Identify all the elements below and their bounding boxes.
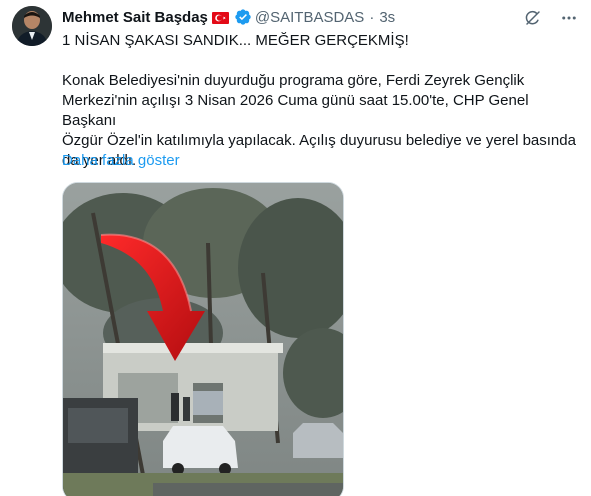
- separator-dot: ·: [369, 8, 375, 26]
- tweet[interactable]: Mehmet Sait Başdaş @SAITBASDAS · 3s 1 Nİ…: [0, 0, 591, 496]
- author-name[interactable]: Mehmet Sait Başdaş: [62, 9, 208, 26]
- tweet-body-line: Özgür Özel'in katılımıyla yapılacak. Açı…: [62, 132, 576, 149]
- show-more-link[interactable]: Daha fazla göster: [62, 151, 180, 171]
- grok-icon[interactable]: [523, 8, 543, 28]
- tweet-body-line: Konak Belediyesi'nin duyurduğu programa …: [62, 72, 525, 89]
- timestamp[interactable]: 3s: [379, 9, 395, 26]
- tweet-media-video[interactable]: [62, 182, 344, 496]
- tweet-body-line: Merkezi'nin açılışı 3 Nisan 2026 Cuma gü…: [62, 92, 529, 129]
- turkey-flag-icon: [211, 11, 229, 24]
- header-actions: [523, 8, 579, 28]
- verified-badge-icon: [234, 8, 252, 26]
- author-handle[interactable]: @SAITBASDAS: [255, 9, 364, 26]
- avatar[interactable]: [12, 6, 52, 46]
- tweet-title: 1 NİSAN ŞAKASI SANDIK... MEĞER GERÇEKMİŞ…: [62, 32, 409, 49]
- more-icon[interactable]: [559, 8, 579, 28]
- tweet-header: Mehmet Sait Başdaş @SAITBASDAS · 3s: [62, 6, 579, 28]
